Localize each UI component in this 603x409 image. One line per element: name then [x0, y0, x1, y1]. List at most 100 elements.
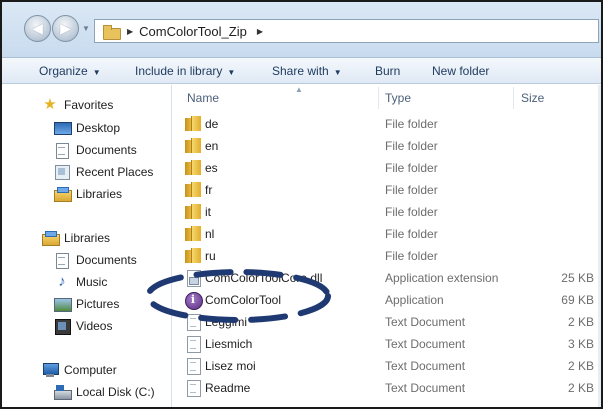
- forward-arrow-icon: ▶: [60, 20, 71, 36]
- file-row[interactable]: Liesmich Text Document 3 KB: [173, 333, 601, 355]
- recent-places-icon: [54, 165, 70, 180]
- column-divider[interactable]: [378, 87, 379, 109]
- file-type: Application: [385, 293, 444, 307]
- include-in-library-button[interactable]: Include in library ▼: [135, 64, 235, 78]
- file-list: ▲ Name Type Size de File folder en File fol…: [173, 85, 601, 407]
- file-type: Application extension: [385, 271, 499, 285]
- sidebar-item-videos[interactable]: Videos: [54, 317, 112, 335]
- sidebar-item-label: Libraries: [64, 231, 111, 245]
- sidebar-item-label: Videos: [76, 319, 113, 333]
- sidebar-item-label: Favorites: [64, 98, 114, 112]
- sidebar-item-pictures[interactable]: Pictures: [54, 295, 119, 313]
- folder-icon: [185, 248, 201, 264]
- sidebar-item-documents[interactable]: Documents: [54, 141, 137, 159]
- txt-icon: [185, 358, 201, 375]
- file-size: 2 KB: [567, 315, 594, 329]
- sidebar-item-computer[interactable]: Computer: [42, 361, 117, 379]
- sidebar-item-label: Documents: [76, 253, 137, 267]
- file-size: 2 KB: [567, 359, 594, 373]
- explorer-window: ◀ ▶ ▼ ▶ ComColorTool_Zip ▶ Organize ▼ Inc…: [0, 0, 603, 409]
- file-row[interactable]: Leggimi Text Document 2 KB: [173, 311, 601, 333]
- forward-button[interactable]: ▶: [52, 15, 79, 42]
- sidebar-item-label: Recent Places: [76, 165, 154, 179]
- sidebar-item-local-disk[interactable]: Local Disk (C:): [54, 383, 155, 401]
- file-name: ComColorToolCore.dll: [205, 271, 323, 285]
- sidebar-item-desktop[interactable]: Desktop: [54, 119, 120, 137]
- desktop-icon: [54, 121, 72, 135]
- file-row[interactable]: Lisez moi Text Document 2 KB: [173, 355, 601, 377]
- file-size: 69 KB: [561, 293, 594, 307]
- file-row[interactable]: ru File folder: [173, 245, 601, 267]
- txt-icon: [185, 336, 201, 353]
- sidebar-item-label: Pictures: [76, 297, 120, 311]
- txt-icon: [185, 314, 201, 331]
- local-disk-icon: [54, 385, 72, 400]
- breadcrumb-current[interactable]: ComColorTool_Zip: [139, 24, 247, 39]
- star-icon: ★: [43, 96, 57, 113]
- address-bar[interactable]: ▶ ComColorTool_Zip ▶: [94, 19, 599, 43]
- txt-icon: [185, 380, 201, 397]
- address-bar-region: ◀ ▶ ▼ ▶ ComColorTool_Zip ▶: [2, 2, 601, 58]
- file-type: File folder: [385, 117, 438, 131]
- file-type: File folder: [385, 161, 438, 175]
- file-name: ru: [205, 249, 216, 263]
- file-type: Text Document: [385, 315, 466, 329]
- dropdown-icon: ▼: [227, 68, 236, 77]
- share-with-button[interactable]: Share with ▼: [272, 64, 342, 78]
- organize-button[interactable]: Organize ▼: [39, 64, 101, 78]
- computer-icon: [42, 363, 59, 377]
- sidebar-item-label: Desktop: [76, 121, 121, 135]
- breadcrumb-separator-icon[interactable]: ▶: [127, 27, 133, 36]
- folder-icon: [103, 24, 121, 40]
- file-row[interactable]: en File folder: [173, 135, 601, 157]
- sidebar-item-recent-places[interactable]: Recent Places: [54, 163, 153, 181]
- folder-icon: [185, 226, 201, 242]
- folder-icon: [185, 116, 201, 132]
- scrollbar[interactable]: [598, 85, 601, 407]
- file-name: de: [205, 117, 219, 131]
- dropdown-icon: ▼: [333, 68, 342, 77]
- dropdown-icon: ▼: [92, 68, 101, 77]
- file-name: Liesmich: [205, 337, 253, 351]
- burn-button[interactable]: Burn: [375, 64, 400, 78]
- file-type: Text Document: [385, 359, 466, 373]
- sidebar-item-libraries[interactable]: Libraries: [42, 229, 110, 247]
- sidebar-item-music[interactable]: ♪ Music: [54, 273, 107, 291]
- documents-icon: [54, 253, 70, 269]
- file-name: es: [205, 161, 218, 175]
- file-row[interactable]: nl File folder: [173, 223, 601, 245]
- history-dropdown-icon[interactable]: ▼: [82, 24, 90, 33]
- file-row[interactable]: es File folder: [173, 157, 601, 179]
- breadcrumb-chevron-icon[interactable]: ▶: [257, 27, 263, 36]
- back-button[interactable]: ◀: [24, 15, 51, 42]
- file-row[interactable]: ComColorToolCore.dll Application extensio…: [173, 267, 601, 289]
- documents-icon: [54, 143, 70, 159]
- sidebar-item-lib-documents[interactable]: Documents: [54, 251, 137, 269]
- sort-ascending-icon: ▲: [295, 85, 303, 94]
- file-size: 2 KB: [567, 381, 594, 395]
- file-name: nl: [205, 227, 215, 241]
- file-type: File folder: [385, 205, 438, 219]
- column-header-type[interactable]: Type: [385, 91, 411, 105]
- file-row[interactable]: ComColorTool Application 69 KB: [173, 289, 601, 311]
- sidebar-item-favorites[interactable]: ★ Favorites: [42, 96, 113, 114]
- sidebar-item-libraries-favorite[interactable]: Libraries: [54, 185, 122, 203]
- file-name: Leggimi: [205, 315, 248, 329]
- column-divider[interactable]: [513, 87, 514, 109]
- file-name: fr: [205, 183, 213, 197]
- app-icon: [185, 292, 203, 310]
- file-row[interactable]: de File folder: [173, 113, 601, 135]
- file-row[interactable]: fr File folder: [173, 179, 601, 201]
- folder-icon: [185, 138, 201, 154]
- sidebar-item-label: Local Disk (C:): [76, 385, 155, 399]
- new-folder-button[interactable]: New folder: [432, 64, 489, 78]
- share-with-label: Share with: [272, 64, 329, 78]
- column-header-size[interactable]: Size: [521, 91, 544, 105]
- back-arrow-icon: ◀: [32, 20, 43, 36]
- file-row[interactable]: it File folder: [173, 201, 601, 223]
- file-type: File folder: [385, 227, 438, 241]
- file-row[interactable]: Readme Text Document 2 KB: [173, 377, 601, 399]
- file-name: Lisez moi: [205, 359, 256, 373]
- libraries-icon: [42, 231, 60, 246]
- column-header-name[interactable]: Name: [187, 91, 219, 105]
